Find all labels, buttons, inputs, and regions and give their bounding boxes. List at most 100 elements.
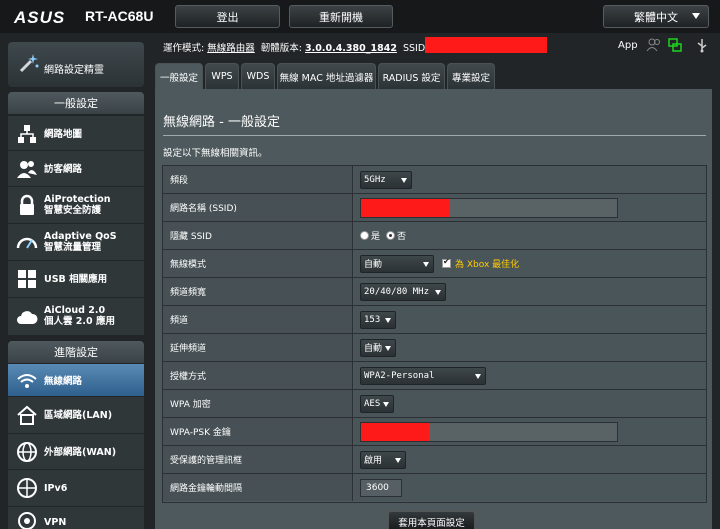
tab-general[interactable]: 一般設定 [155, 63, 203, 89]
form-row-pmf: 受保護的管理訊框 啟用 [163, 446, 706, 474]
sidebar-item-label: IPv6 [44, 483, 68, 494]
sidebar-item-wan[interactable]: 外部網路(WAN) [8, 433, 144, 469]
psk-redacted-value [361, 422, 429, 441]
hide-ssid-yes-label: 是 [371, 232, 381, 242]
pmf-value: 啟用 [364, 456, 383, 466]
sidebar-item-label: 外部網路(WAN) [44, 447, 117, 458]
sidebar-item-label: AiCloud 2.0 [44, 305, 106, 316]
app-link[interactable]: App [618, 40, 638, 51]
asus-logo: ASUS [14, 8, 66, 27]
pmf-select[interactable]: 啟用 [360, 450, 406, 469]
logout-button[interactable]: 登出 [175, 5, 280, 28]
apply-button[interactable]: 套用本頁面設定 [388, 511, 475, 529]
tab-wps[interactable]: WPS [205, 63, 239, 89]
sidebar-item-aiprotection[interactable]: AiProtection 智慧安全防護 [8, 186, 144, 223]
ext-channel-select[interactable]: 自動 [360, 338, 396, 357]
sidebar-item-label: 訪客網路 [44, 164, 83, 175]
chevron-down-icon [423, 261, 429, 267]
sidebar-item-adaptive-qos[interactable]: Adaptive QoS 智慧流量管理 [8, 223, 144, 260]
xbox-optimize-label: 為 Xbox 最佳化 [455, 260, 520, 270]
reboot-button[interactable]: 重新開機 [289, 5, 393, 28]
page-description: 設定以下無線相關資訊。 [163, 148, 268, 159]
language-select[interactable]: 繁體中文 [603, 5, 709, 28]
usb-icon[interactable] [694, 37, 710, 53]
sidebar-item-wireless[interactable]: 無線網路 [8, 363, 144, 396]
band-select[interactable]: 5GHz [360, 170, 412, 189]
quick-setup-wizard-button[interactable]: 網路設定精靈 [8, 42, 144, 87]
sidebar-item-usb-apps[interactable]: USB 相關應用 [8, 260, 144, 297]
ext-channel-value: 自動 [364, 344, 383, 354]
wpa-enc-select[interactable]: AES [360, 394, 394, 413]
sidebar-item-network-map[interactable]: 網路地圖 [8, 115, 144, 150]
sidebar-item-label: 無線網路 [44, 376, 83, 387]
sidebar-item-ipv6[interactable]: IPv6 [8, 469, 144, 506]
xbox-optimize-checkbox[interactable] [442, 257, 451, 268]
sidebar: 網路設定精靈 一般設定 網路地圖 訪客網路 AiProtection 智慧安全防… [0, 33, 150, 529]
puzzle-icon [18, 270, 36, 288]
tab-professional[interactable]: 專業設定 [447, 63, 495, 89]
channel-select[interactable]: 153 [360, 310, 396, 329]
psk-input[interactable] [360, 421, 618, 442]
ext-channel-label: 延伸頻道 [163, 334, 353, 361]
auth-value: WPA2-Personal [364, 370, 435, 381]
tab-mac-filter[interactable]: 無線 MAC 地址過濾器 [277, 63, 376, 89]
general-section-header: 一般設定 [8, 92, 144, 114]
psk-label: WPA-PSK 金鑰 [163, 418, 353, 445]
network-map-icon [18, 125, 36, 143]
guest-users-icon [17, 161, 37, 178]
page-title: 無線網路 - 一般設定 [163, 115, 280, 130]
mode-value-link[interactable]: 無線路由器 [207, 43, 255, 54]
wpa-enc-label: WPA 加密 [163, 390, 353, 417]
channel-label: 頻道 [163, 306, 353, 333]
wireless-mode-select[interactable]: 自動 [360, 254, 434, 273]
chevron-down-icon [395, 457, 401, 463]
sidebar-item-label: 區域網路(LAN) [44, 410, 113, 421]
sidebar-item-aicloud[interactable]: AiCloud 2.0 個人雲 2.0 應用 [8, 297, 144, 335]
hide-ssid-no-radio[interactable] [386, 231, 396, 240]
channel-value: 153 [364, 314, 381, 325]
sidebar-item-label: 網路地圖 [44, 129, 83, 140]
ssid-field-label: 網路名稱 (SSID) [163, 194, 353, 221]
sidebar-item-guest-network[interactable]: 訪客網路 [8, 150, 144, 186]
main-panel: 無線網路 - 一般設定 設定以下無線相關資訊。 頻段 5GHz 網路名稱 (SS… [155, 89, 712, 529]
ssid-input[interactable] [360, 197, 618, 218]
tab-wds[interactable]: WDS [241, 63, 275, 89]
form-row-psk: WPA-PSK 金鑰 [163, 418, 706, 446]
sidebar-item-label: VPN [44, 517, 67, 528]
users-icon[interactable] [646, 37, 662, 53]
top-bar: ASUS RT-AC68U 登出 重新開機 繁體中文 [0, 0, 720, 33]
key-rotation-input[interactable]: 3600 [360, 478, 402, 497]
cloud-icon [17, 311, 38, 324]
tab-radius[interactable]: RADIUS 設定 [378, 63, 445, 89]
bandwidth-select[interactable]: 20/40/80 MHz [360, 282, 446, 301]
hide-ssid-yes-radio[interactable] [360, 231, 369, 240]
chevron-down-icon [383, 401, 389, 407]
form-row-key-rotation: 網路金鑰輪動間隔 3600 [163, 474, 706, 502]
ipv6-globe-icon [17, 478, 37, 498]
bandwidth-label: 頻道頻寬 [163, 278, 353, 305]
form-row-ext-channel: 延伸頻道 自動 [163, 334, 706, 362]
speedometer-icon [16, 237, 38, 249]
sidebar-item-sublabel: 智慧安全防護 [44, 205, 102, 216]
mode-label: 運作模式: [163, 43, 205, 54]
wireless-settings-form: 頻段 5GHz 網路名稱 (SSID) 隱藏 SSID 是 否 無線模式 自動 … [162, 165, 707, 503]
chevron-down-icon [385, 345, 391, 351]
form-row-channel: 頻道 153 [163, 306, 706, 334]
sidebar-item-sublabel: 個人雲 2.0 應用 [44, 316, 115, 327]
wpa-enc-value: AES [364, 398, 381, 409]
chevron-down-icon [475, 373, 481, 379]
pmf-label: 受保護的管理訊框 [163, 446, 353, 473]
firmware-value-link[interactable]: 3.0.0.4.380_1842 [305, 43, 397, 54]
sidebar-item-vpn[interactable]: VPN [8, 506, 144, 529]
network-status-icon[interactable] [667, 37, 683, 53]
sidebar-item-label: Adaptive QoS [44, 231, 117, 242]
chevron-down-icon [385, 317, 391, 323]
form-row-wpa-enc: WPA 加密 AES [163, 390, 706, 418]
form-row-auth: 授權方式 WPA2-Personal [163, 362, 706, 390]
wireless-mode-value: 自動 [364, 260, 383, 270]
hide-ssid-no-label: 否 [397, 232, 407, 242]
auth-select[interactable]: WPA2-Personal [360, 366, 486, 385]
sidebar-item-lan[interactable]: 區域網路(LAN) [8, 396, 144, 433]
wizard-label: 網路設定精靈 [44, 65, 104, 76]
sidebar-item-sublabel: 智慧流量管理 [44, 242, 102, 253]
